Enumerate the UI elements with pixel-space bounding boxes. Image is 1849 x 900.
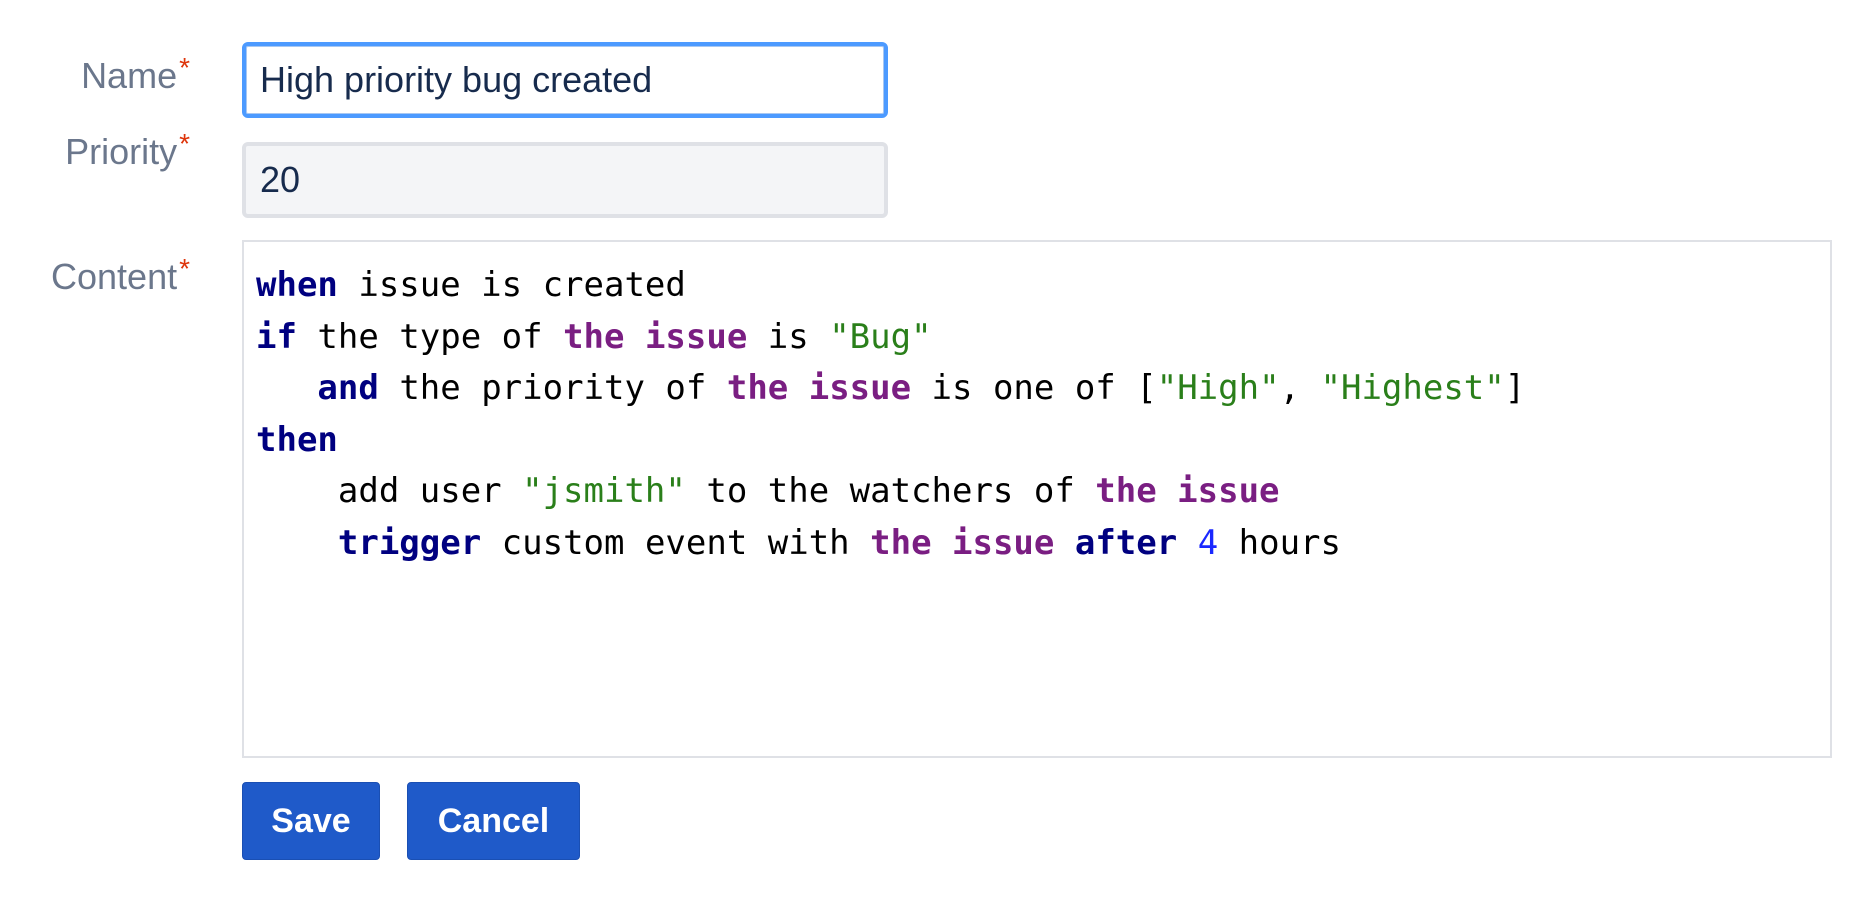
priority-input-value: 20 (260, 159, 301, 200)
code-token: , (1279, 368, 1321, 408)
code-token: ] (1504, 368, 1526, 408)
priority-row: Priority* (0, 130, 216, 172)
code-token: when (256, 265, 338, 305)
name-label-text: Name (81, 55, 178, 96)
code-token: the issue (726, 368, 912, 408)
code-token: the issue (870, 522, 1055, 563)
code-token: to the watchers of (685, 471, 1096, 511)
name-label: Name* (0, 54, 216, 96)
code-line: if the type of the issue is "Bug" (256, 312, 1830, 364)
code-token: the issue (1095, 471, 1280, 511)
priority-label: Priority* (0, 130, 216, 172)
name-row: Name* (0, 54, 216, 96)
content-row: Content* (0, 255, 216, 297)
code-token: 4 (1197, 522, 1219, 563)
save-button[interactable]: Save (242, 782, 380, 860)
required-marker: * (179, 128, 190, 159)
content-label-text: Content (51, 256, 178, 297)
code-token: "Highest" (1320, 368, 1505, 408)
code-line: trigger custom event with the issue afte… (256, 518, 1830, 570)
code-token: "High" (1156, 368, 1280, 408)
priority-label-text: Priority (65, 131, 178, 172)
priority-input[interactable]: 20 (242, 142, 888, 218)
code-token: trigger (337, 522, 482, 563)
code-line: then (256, 415, 1830, 467)
code-token: "Bug" (829, 316, 932, 357)
code-token: custom event with (481, 522, 871, 563)
required-marker: * (179, 52, 190, 83)
code-token: after (1074, 522, 1178, 563)
code-token: if (256, 316, 297, 357)
code-token: "jsmith" (522, 471, 686, 511)
rule-edit-form: Name* High priority bug created Priority… (0, 0, 1849, 900)
code-token: the issue (563, 316, 748, 357)
code-token: then (256, 419, 338, 460)
code-token: is one of [ (911, 368, 1157, 408)
code-line: when issue is created (256, 260, 1830, 312)
code-line: and the priority of the issue is one of … (256, 363, 1830, 415)
content-label: Content* (0, 255, 216, 297)
code-token: the priority of (378, 368, 727, 408)
cancel-button[interactable]: Cancel (407, 782, 580, 860)
code-token: is (747, 316, 830, 357)
code-token: add user (256, 471, 523, 511)
required-marker: * (179, 253, 190, 284)
name-input-value: High priority bug created (260, 59, 653, 100)
content-code-editor[interactable]: when issue is created if the type of the … (242, 240, 1832, 758)
code-token: issue is created (337, 265, 686, 305)
code-line: add user "jsmith" to the watchers of the… (256, 466, 1830, 518)
code-token: and (317, 368, 379, 408)
code-token: hours (1218, 522, 1341, 563)
code-token: the type of (296, 316, 564, 357)
name-input[interactable]: High priority bug created (242, 42, 888, 118)
